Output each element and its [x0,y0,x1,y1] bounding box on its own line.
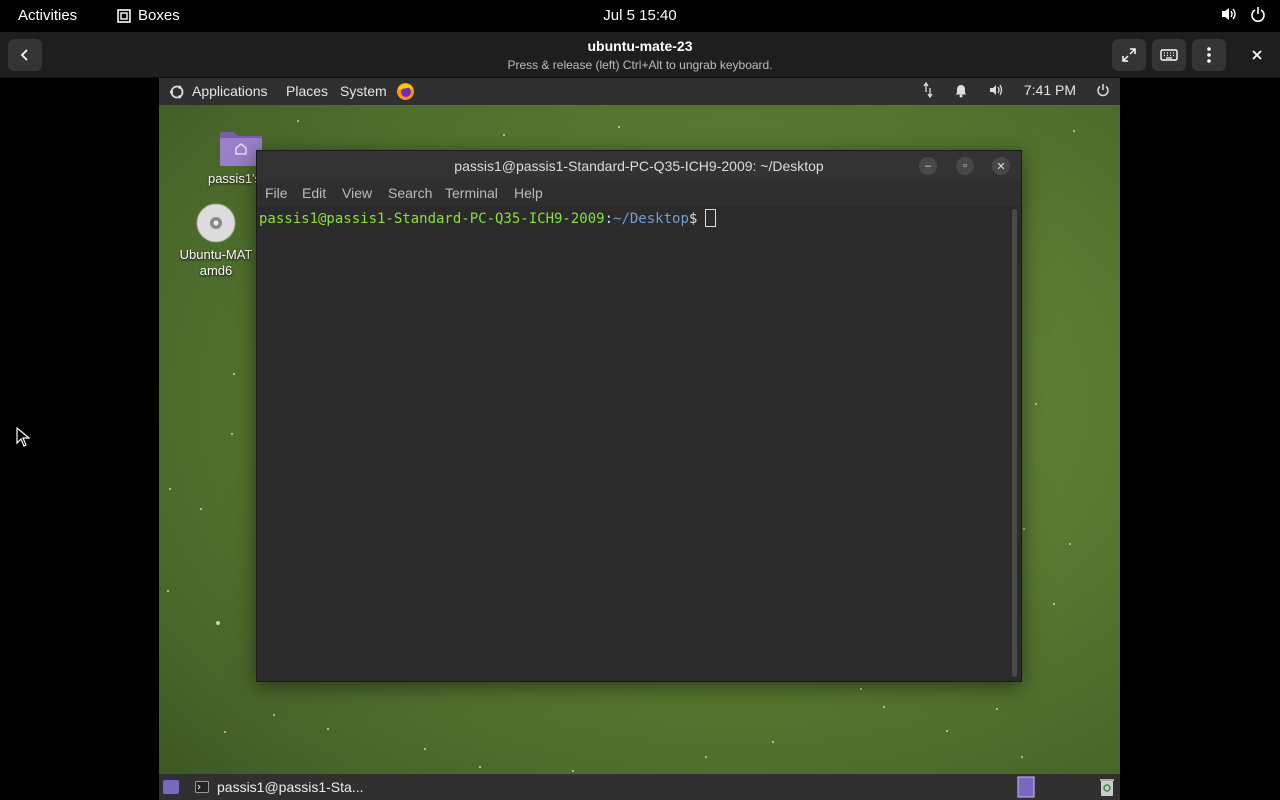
chevron-left-icon [20,49,28,61]
terminal-scrollbar[interactable] [1012,209,1017,677]
gnome-top-bar: Activities Boxes Jul 5 15:40 [0,0,1280,32]
menu-button[interactable] [1192,39,1226,71]
ubuntu-logo-icon[interactable] [169,84,185,100]
terminal-output[interactable]: passis1@passis1-Standard-PC-Q35-ICH9-200… [257,206,1011,681]
terminal-icon [195,781,209,793]
system-menu[interactable]: System [340,83,387,99]
menu-terminal[interactable]: Terminal [445,185,498,201]
mouse-pointer-icon [16,427,30,447]
boxes-app-icon [117,8,131,23]
firefox-icon[interactable] [396,82,415,101]
text-cursor [705,209,717,227]
volume-icon[interactable] [988,82,1004,98]
prompt-symbol: $ [688,211,698,227]
places-menu[interactable]: Places [286,83,328,99]
app-menu-label: Boxes [138,7,180,24]
prompt-user-host: passis1@passis1-Standard-PC-Q35-ICH9-200… [259,211,605,227]
mate-bottom-panel: passis1@passis1-Sta... [159,774,1120,800]
workspace-switcher-icon[interactable] [1017,776,1035,798]
maximize-icon: ▫ [963,160,967,172]
network-icon[interactable] [922,82,934,98]
panel-clock[interactable]: 7:41 PM [1024,82,1076,98]
clock[interactable]: Jul 5 15:40 [603,7,676,24]
terminal-title: passis1@passis1-Standard-PC-Q35-ICH9-200… [454,158,824,174]
power-icon [1251,7,1265,22]
taskbar-item-label: passis1@passis1-Sta... [217,779,364,795]
volume-icon [1222,8,1236,20]
menu-help[interactable]: Help [514,185,543,201]
app-menu[interactable]: Boxes [116,7,180,24]
desktop-icon-disc[interactable]: Ubuntu-MAT amd6 [161,202,271,279]
minimize-icon: – [924,160,932,172]
menu-edit[interactable]: Edit [302,185,326,201]
menu-search[interactable]: Search [388,185,432,201]
fullscreen-button[interactable] [1112,39,1146,71]
shell-prompt: passis1@passis1-Standard-PC-Q35-ICH9-200… [259,209,717,227]
optical-disc-icon [196,203,236,243]
vm-display[interactable]: Applications Places System 7:41 PM passi… [159,78,1120,800]
terminal-menubar: File Edit View Search Terminal Help [257,181,1021,206]
close-window-button[interactable]: ✕ [992,157,1010,175]
ungrab-hint: Press & release (left) Ctrl+Alt to ungra… [507,58,773,72]
close-icon [1252,50,1262,60]
vm-title: ubuntu-mate-23 [587,38,693,54]
menu-file[interactable]: File [265,185,288,201]
desktop-icon-label-line2: amd6 [199,263,233,278]
terminal-window[interactable]: passis1@passis1-Standard-PC-Q35-ICH9-200… [256,150,1022,682]
notification-bell-icon[interactable] [954,82,968,98]
prompt-path: ~/Desktop [613,211,689,227]
kebab-menu-icon [1207,47,1211,63]
minimize-button[interactable]: – [919,157,937,175]
menu-view[interactable]: View [342,185,372,201]
maximize-button[interactable]: ▫ [956,157,974,175]
system-tray[interactable] [1220,6,1266,22]
desktop-icon-label: Ubuntu-MAT [179,247,253,262]
keyboard-icon [1160,49,1178,61]
close-button[interactable] [1240,39,1274,71]
show-desktop-icon[interactable] [162,778,180,796]
taskbar-item-terminal[interactable]: passis1@passis1-Sta... [195,777,364,797]
trash-icon[interactable] [1099,777,1115,797]
terminal-titlebar[interactable]: passis1@passis1-Standard-PC-Q35-ICH9-200… [257,151,1021,181]
applications-menu[interactable]: Applications [192,83,268,99]
power-icon[interactable] [1096,83,1110,97]
fullscreen-icon [1122,48,1136,62]
keyboard-button[interactable] [1152,39,1186,71]
activities-button[interactable]: Activities [18,7,77,24]
boxes-header-bar: ubuntu-mate-23 Press & release (left) Ct… [0,32,1280,78]
mate-top-panel: Applications Places System 7:41 PM [159,78,1120,105]
back-button[interactable] [8,39,42,71]
close-icon: ✕ [996,160,1006,173]
